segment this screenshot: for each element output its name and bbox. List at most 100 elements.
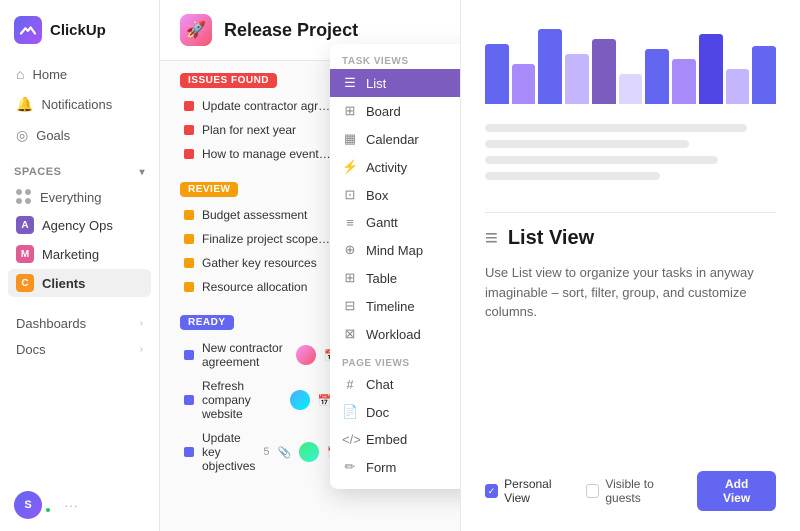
sidebar-nav: ⌂ Home 🔔 Notifications ◎ Goals [0,56,159,154]
main-content: 🚀 Release Project ISSUES FOUND Update co… [160,0,460,531]
task-checkbox [184,149,194,159]
task-avatars [296,345,316,365]
list-view-title: ≡ List View [485,225,776,251]
logo-text: ClickUp [50,22,106,39]
sidebar-item-everything[interactable]: Everything [8,184,151,210]
dropdown-item-box[interactable]: ⊡ Box [330,181,460,209]
agency-icon: A [16,216,34,234]
page-views-label: PAGE VIEWS [330,354,460,371]
dropdown-label-calendar: Calendar [366,132,419,147]
task-avatar [299,442,319,462]
sidebar-item-notifications-label: Notifications [41,97,112,112]
sidebar-item-dashboards[interactable]: Dashboards › [8,311,151,336]
dropdown-item-activity[interactable]: ⚡ Activity [330,153,460,181]
dropdown-label-embed: Embed [366,432,407,447]
personal-view-label: Personal View [504,477,576,505]
dropdown-label-chat: Chat [366,377,393,392]
sidebar-item-goals[interactable]: ◎ Goals [8,121,151,150]
timeline-icon: ⊟ [342,298,358,314]
dropdown-item-list[interactable]: ☰ List [330,69,460,97]
task-checkbox [184,210,194,220]
table-icon: ⊞ [342,270,358,286]
box-icon: ⊡ [342,187,358,203]
dropdown-item-embed[interactable]: </> Embed [330,426,460,453]
clients-label: Clients [42,276,85,291]
chart-bar [672,59,696,104]
add-view-button[interactable]: Add View [697,471,776,511]
spaces-list: Everything A Agency Ops M Marketing C Cl… [0,182,159,299]
chart-lines [485,124,776,180]
chat-icon: # [342,377,358,392]
chart-bar [485,44,509,104]
chart-line [485,124,747,132]
dashboards-label: Dashboards [16,316,86,331]
sidebar-item-agency[interactable]: A Agency Ops [8,211,151,239]
dropdown-item-mindmap[interactable]: ⊕ Mind Map [330,236,460,264]
chart-bars [485,24,776,104]
dropdown-item-board[interactable]: ⊞ Board [330,97,460,125]
guest-label: Visible to guests [605,477,687,505]
dropdown-label-board: Board [366,104,401,119]
divider [485,212,776,213]
dropdown-item-gantt[interactable]: ≡ Gantt [330,209,460,236]
sidebar-item-marketing[interactable]: M Marketing [8,240,151,268]
sidebar-bottom: Dashboards › Docs › [0,303,159,370]
everything-icon [16,189,32,205]
goals-icon: ◎ [16,127,28,144]
activity-icon: ⚡ [342,159,358,175]
dropdown-label-mindmap: Mind Map [366,243,423,258]
guest-checkbox[interactable] [586,484,599,498]
online-status-indicator [44,506,52,514]
task-checkbox [184,101,194,111]
task-extra: 5 [263,446,269,458]
personal-view-wrap[interactable]: ✓ Personal View [485,477,576,505]
form-icon: ✏ [342,459,358,475]
sidebar: ClickUp ⌂ Home 🔔 Notifications ◎ Goals S… [0,0,160,531]
docs-label: Docs [16,342,46,357]
task-name: Update key objectives [202,431,255,473]
task-avatar [290,390,310,410]
task-name: Refresh company website [202,379,282,421]
dropdown-item-chat[interactable]: # Chat [330,371,460,398]
logo[interactable]: ClickUp [0,0,159,56]
dropdown-label-table: Table [366,271,397,286]
bell-icon: 🔔 [16,96,33,113]
dropdown-item-table[interactable]: ⊞ Table [330,264,460,292]
calendar-icon: ▦ [342,131,358,147]
chart-bar [699,34,723,104]
sidebar-item-clients[interactable]: C Clients [8,269,151,297]
chart-bar [538,29,562,104]
task-checkbox [184,234,194,244]
ellipsis-icon: ··· [64,497,78,513]
chevron-right-icon: › [140,318,143,329]
user-avatar[interactable]: S [14,491,42,519]
dropdown-item-form[interactable]: ✏ Form [330,453,460,481]
clients-icon: C [16,274,34,292]
dropdown-item-workload[interactable]: ⊠ Workload [330,320,460,348]
gantt-icon: ≡ [342,215,358,230]
project-icon: 🚀 [180,14,212,46]
list-view-description: Use List view to organize your tasks in … [485,263,776,322]
sidebar-footer: S ··· [0,479,159,531]
dropdown-item-calendar[interactable]: ▦ Calendar [330,125,460,153]
doc-icon: 📄 [342,404,358,420]
sidebar-item-home[interactable]: ⌂ Home [8,60,151,88]
marketing-label: Marketing [42,247,99,262]
sidebar-item-notifications[interactable]: 🔔 Notifications [8,90,151,119]
view-dropdown: TASK VIEWS ☰ List ⊞ Board ▦ Calendar ⚡ A… [330,44,460,489]
dropdown-item-timeline[interactable]: ⊟ Timeline [330,292,460,320]
dropdown-label-box: Box [366,188,388,203]
task-checkbox [184,282,194,292]
dropdown-item-doc[interactable]: 📄 Doc [330,398,460,426]
agency-label: Agency Ops [42,218,113,233]
guest-view-wrap[interactable]: Visible to guests [586,477,687,505]
dropdown-label-doc: Doc [366,405,389,420]
personal-view-checkbox[interactable]: ✓ [485,484,498,498]
project-title: Release Project [224,20,358,41]
dropdown-label-activity: Activity [366,160,407,175]
marketing-icon: M [16,245,34,263]
paperclip-icon: 📎 [277,446,291,459]
sidebar-item-goals-label: Goals [36,128,70,143]
sidebar-item-docs[interactable]: Docs › [8,337,151,362]
task-checkbox [184,125,194,135]
